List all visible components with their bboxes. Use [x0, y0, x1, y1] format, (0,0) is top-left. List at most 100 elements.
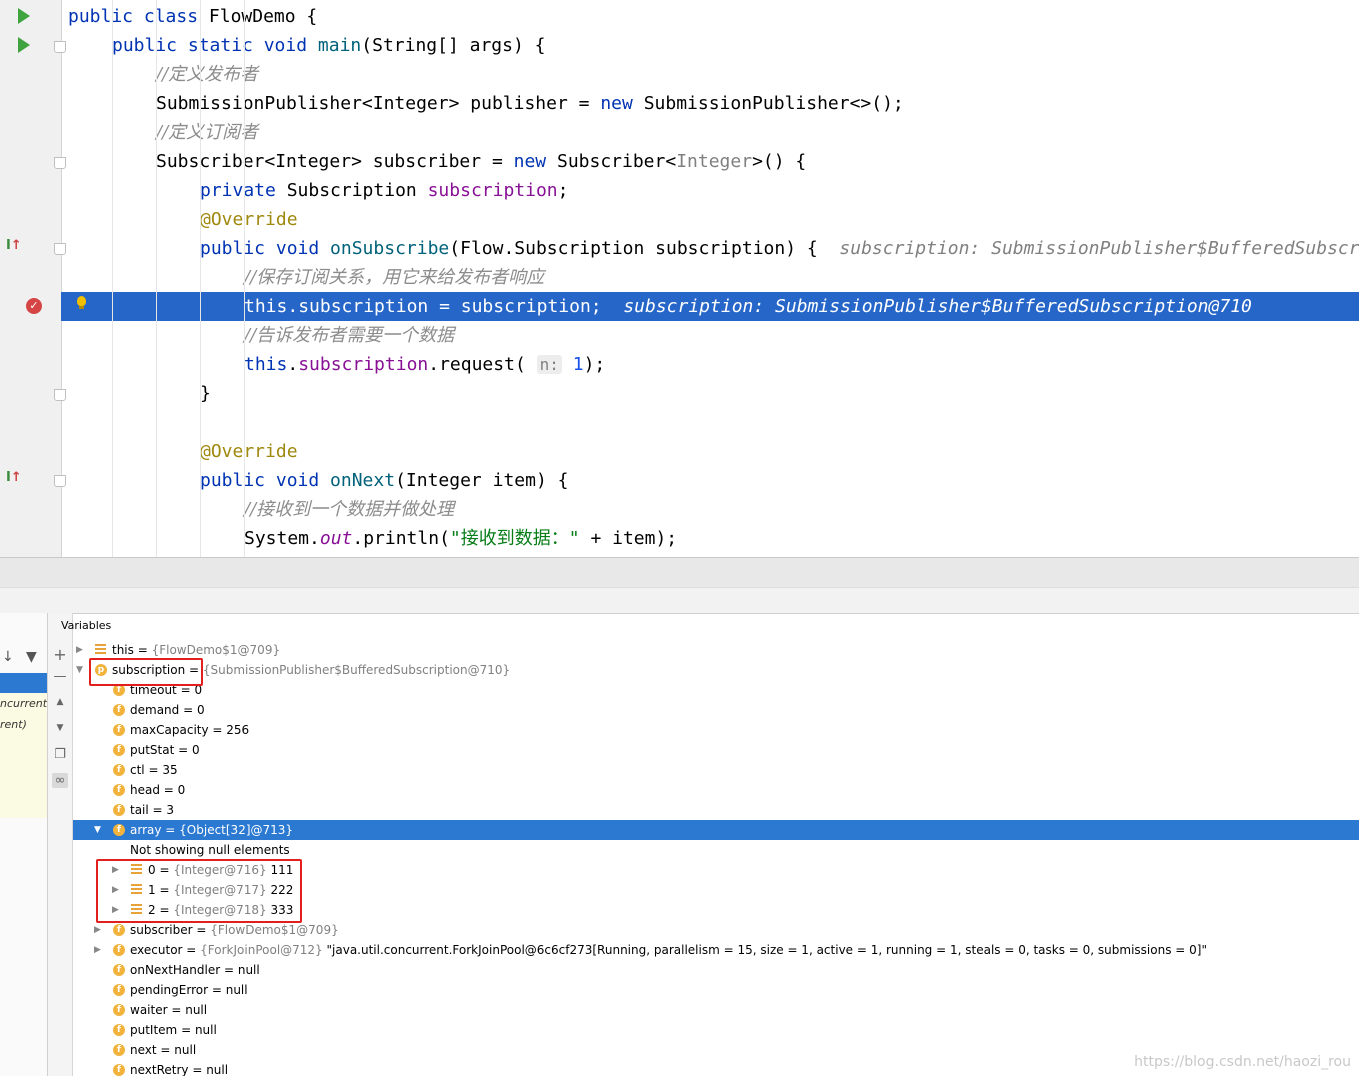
variable-label: executor = {ForkJoinPool@712} "java.util… — [130, 940, 1207, 960]
variable-val: 0 — [177, 783, 186, 797]
code-text: this.subscription.request( n: 1); — [244, 350, 605, 379]
lightbulb-icon[interactable] — [77, 296, 86, 309]
code-token: SubmissionPublisher<>(); — [643, 93, 904, 114]
variable-label: ctl = 35 — [130, 760, 178, 780]
code-line[interactable]: public static void main(String[] args) { — [61, 31, 1359, 60]
variable-val: 256 — [226, 723, 250, 737]
code-line[interactable]: private Subscription subscription; — [61, 176, 1359, 205]
code-token: . — [287, 354, 299, 375]
variable-row[interactable]: f maxCapacity = 256 — [73, 720, 1359, 740]
code-line[interactable] — [61, 408, 1359, 437]
variable-val: null — [194, 1023, 217, 1037]
variable-eq: = — [179, 703, 197, 717]
code-line[interactable]: public class FlowDemo { — [61, 2, 1359, 31]
field-icon: f — [113, 724, 125, 736]
code-token: . — [287, 296, 299, 317]
copy-icon[interactable]: ❐ — [52, 747, 68, 762]
code-token: public void — [200, 470, 331, 491]
variable-ref: {FlowDemo$1@709} — [210, 923, 339, 937]
field-icon: f — [113, 744, 125, 756]
code-token: Subscriber<Integer> subscriber = — [156, 151, 514, 172]
variable-row[interactable]: ▶ this = {FlowDemo$1@709} — [73, 640, 1359, 660]
current-execution-line[interactable]: this.subscription = subscription; subscr… — [61, 292, 1359, 321]
code-line[interactable]: public void onSubscribe(Flow.Subscriptio… — [61, 234, 1359, 263]
move-down-icon[interactable]: ▼ — [52, 723, 68, 733]
code-line[interactable]: //定义发布者 — [61, 60, 1359, 89]
override-method-icon[interactable]: I↑ — [6, 238, 22, 253]
code-editor[interactable]: I↑ ✓ I↑ public class FlowDemo {public st… — [0, 0, 1359, 557]
step-down-icon[interactable]: ↓ — [2, 649, 14, 665]
variables-tree[interactable]: ▶ this = {FlowDemo$1@709} ▼ p subscription =… — [73, 640, 1359, 1076]
variable-row[interactable]: Not showing null elements — [73, 840, 1359, 860]
code-token: "接收到数据：" — [449, 528, 580, 549]
field-icon: f — [113, 1064, 125, 1076]
code-token: public class — [68, 6, 209, 27]
code-text: //告诉发布者需要一个数据 — [244, 321, 454, 350]
code-line[interactable]: System.out.println("接收到数据：" + item); — [61, 524, 1359, 553]
variable-label: putStat = 0 — [130, 740, 200, 760]
variable-row[interactable]: f timeout = 0 — [73, 680, 1359, 700]
variable-row[interactable]: ▼ p subscription = {SubmissionPublisher$Bu… — [73, 660, 1359, 680]
glasses-icon[interactable]: ∞ — [52, 773, 68, 788]
override-method-icon[interactable]: I↑ — [6, 470, 22, 485]
variable-name: maxCapacity — [130, 723, 209, 737]
variable-row[interactable]: f pendingError = null — [73, 980, 1359, 1000]
variable-row[interactable]: f onNextHandler = null — [73, 960, 1359, 980]
run-main-icon[interactable] — [18, 37, 30, 53]
variable-val: "java.util.concurrent.ForkJoinPool@6c6cf… — [322, 943, 1207, 957]
frame-item[interactable]: rent) — [0, 718, 27, 731]
variable-row[interactable]: f waiter = null — [73, 1000, 1359, 1020]
remove-watch-icon[interactable]: — — [52, 669, 68, 684]
code-text: @Override — [200, 205, 298, 234]
move-up-icon[interactable]: ▲ — [52, 697, 68, 707]
frame-item[interactable]: ncurrent — [0, 697, 47, 710]
variable-eq: = — [208, 723, 227, 737]
variable-row[interactable]: f putStat = 0 — [73, 740, 1359, 760]
code-line[interactable]: @Override — [61, 205, 1359, 234]
filter-icon[interactable]: ▼ — [26, 649, 37, 665]
code-token: } — [200, 383, 211, 404]
code-line[interactable]: //定义订阅者 — [61, 118, 1359, 147]
variable-row[interactable]: f head = 0 — [73, 780, 1359, 800]
code-token: 1 — [561, 354, 584, 375]
expand-arrow-icon[interactable]: ▶ — [94, 940, 101, 960]
code-token: //告诉发布者需要一个数据 — [244, 325, 455, 346]
code-line[interactable]: //保存订阅关系，用它来给发布者响应 — [61, 263, 1359, 292]
variable-val: null — [206, 1063, 229, 1076]
code-token: + item); — [579, 528, 678, 549]
variable-row[interactable]: f demand = 0 — [73, 700, 1359, 720]
code-line[interactable]: //告诉发布者需要一个数据 — [61, 321, 1359, 350]
collapse-arrow-icon[interactable]: ▼ — [76, 660, 83, 680]
variable-row[interactable]: f putItem = null — [73, 1020, 1359, 1040]
variable-val: null — [225, 983, 248, 997]
code-line[interactable]: public void onNext(Integer item) { — [61, 466, 1359, 495]
expand-arrow-icon[interactable]: ▶ — [76, 640, 83, 660]
variable-label: pendingError = null — [130, 980, 248, 1000]
run-class-icon[interactable] — [18, 8, 30, 24]
add-watch-icon[interactable]: + — [52, 645, 68, 664]
variable-row[interactable]: f tail = 3 — [73, 800, 1359, 820]
code-line[interactable]: @Override — [61, 437, 1359, 466]
field-icon: f — [113, 764, 125, 776]
code-line[interactable]: //接收到一个数据并做处理 — [61, 495, 1359, 524]
variable-row[interactable]: ▶ f subscriber = {FlowDemo$1@709} — [73, 920, 1359, 940]
variable-row[interactable]: ▶ f executor = {ForkJoinPool@712} "java.ut… — [73, 940, 1359, 960]
selected-frame[interactable] — [0, 673, 47, 693]
highlight-box-array-elements — [96, 859, 302, 923]
breakpoint-icon[interactable]: ✓ — [26, 298, 42, 314]
code-line[interactable]: } — [61, 379, 1359, 408]
editor-gutter[interactable]: I↑ ✓ I↑ — [0, 0, 66, 557]
code-line[interactable]: this.subscription.request( n: 1); — [61, 350, 1359, 379]
code-line[interactable]: SubmissionPublisher<Integer> publisher =… — [61, 89, 1359, 118]
expand-arrow-icon[interactable]: ▶ — [94, 920, 101, 940]
variable-row[interactable]: f ctl = 35 — [73, 760, 1359, 780]
variable-row[interactable]: ▼ f array = {Object[32]@713} — [73, 820, 1359, 840]
code-token: (Integer item) { — [395, 470, 569, 491]
code-token: (Flow.Subscription subscription) { — [449, 238, 840, 259]
frames-panel[interactable]: ↓ ▼ ncurrent rent) — [0, 613, 48, 1076]
variable-eq: = — [148, 803, 167, 817]
code-token: >() { — [752, 151, 807, 172]
collapse-arrow-icon[interactable]: ▼ — [94, 820, 101, 840]
field-icon: f — [113, 704, 125, 716]
code-line[interactable]: Subscriber<Integer> subscriber = new Sub… — [61, 147, 1359, 176]
